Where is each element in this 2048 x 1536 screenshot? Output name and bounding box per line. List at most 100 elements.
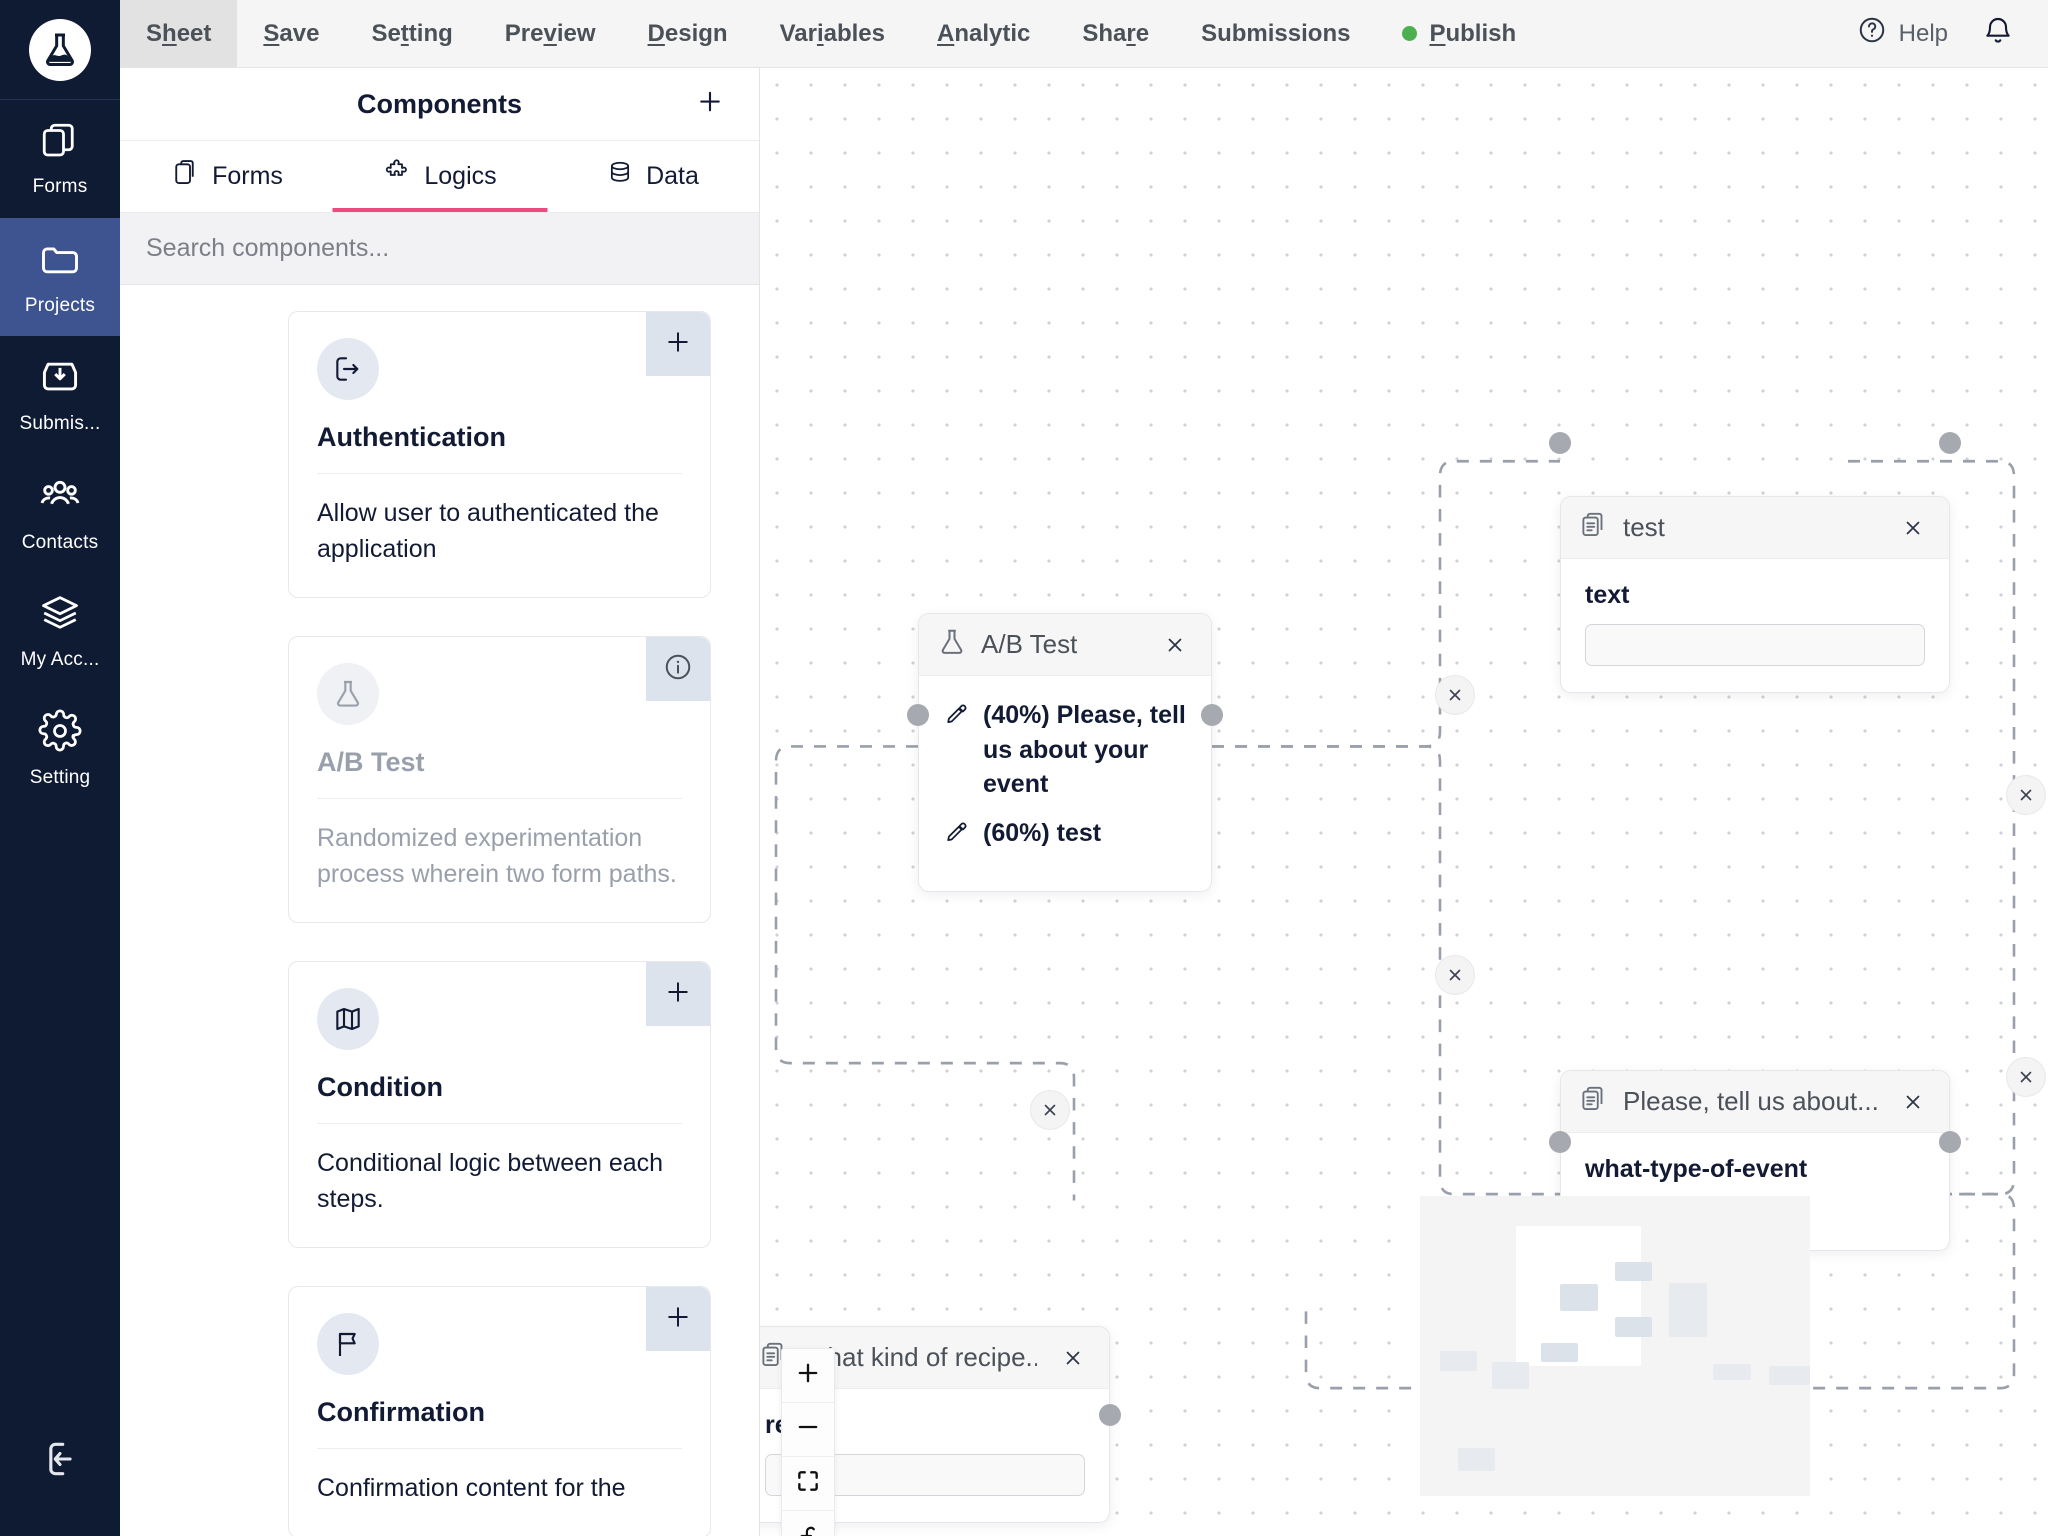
- search-container: [120, 213, 759, 285]
- sidebar-item-projects[interactable]: Projects: [0, 218, 120, 336]
- flask-logo-icon: [29, 18, 91, 81]
- nav-item-variables[interactable]: Var i ables: [754, 0, 911, 67]
- ab-variant-label: (60%) test: [983, 818, 1102, 847]
- plus-icon: [663, 1302, 693, 1337]
- edge-delete-button[interactable]: [1030, 1090, 1070, 1130]
- node-close-button[interactable]: [1051, 1336, 1095, 1380]
- plus-icon: [695, 91, 725, 121]
- tab-label: Logics: [424, 162, 497, 190]
- nav-item-publish[interactable]: Publish: [1376, 0, 1542, 67]
- node-port-output[interactable]: [1099, 1404, 1121, 1426]
- clipboard-icon: [170, 158, 200, 195]
- nav-item-analytic[interactable]: Analytic: [911, 0, 1056, 67]
- tab-data[interactable]: Data: [546, 141, 759, 212]
- tab-forms[interactable]: Forms: [120, 141, 333, 212]
- sidebar-item-label: Submis...: [19, 413, 101, 434]
- zoom-in-button[interactable]: [782, 1349, 834, 1403]
- flow-canvas[interactable]: A/B Test (40%) Please, tell us about you…: [760, 68, 2048, 1536]
- component-card-authentication[interactable]: Authentication Allow user to authenticat…: [288, 311, 711, 598]
- plus-icon: [794, 1359, 822, 1392]
- ab-variant-label: (40%) Please, tell us about your event: [983, 701, 1186, 798]
- add-component-button[interactable]: [695, 87, 725, 122]
- forms-icon: [39, 120, 81, 167]
- sidebar-item-my-account[interactable]: My Acc...: [0, 572, 120, 690]
- nav-item-share[interactable]: Sha r e: [1056, 0, 1175, 67]
- notification-button[interactable]: [1982, 15, 2014, 52]
- minimap-node: [1615, 1317, 1652, 1337]
- component-card-confirmation[interactable]: Confirmation Confirmation content for th…: [288, 1286, 711, 1536]
- components-list: Authentication Allow user to authenticat…: [120, 285, 759, 1536]
- body-row: Components Forms Logics Data Search comp…: [120, 68, 2048, 1536]
- edge-delete-button[interactable]: [1435, 675, 1475, 715]
- nav-item-setting[interactable]: Se t ting: [345, 0, 478, 67]
- ab-test-info-button[interactable]: [646, 637, 710, 701]
- ab-variant-row[interactable]: (60%) test: [943, 816, 1187, 851]
- component-card-condition[interactable]: Condition Conditional logic between each…: [288, 961, 711, 1248]
- ab-variant-row[interactable]: (40%) Please, tell us about your event: [943, 698, 1187, 802]
- minimap-node: [1492, 1362, 1529, 1389]
- search-input[interactable]: [146, 234, 733, 263]
- node-header[interactable]: A/B Test: [919, 614, 1211, 676]
- nav-item-sheet[interactable]: Sh eet: [120, 0, 238, 67]
- map-icon: [317, 988, 379, 1050]
- edge-delete-button[interactable]: [2006, 1057, 2046, 1097]
- plus-icon: [663, 327, 693, 362]
- node-port-output[interactable]: [1939, 1131, 1961, 1153]
- component-card-ab-test[interactable]: A/B Test Randomized experimentation proc…: [288, 636, 711, 923]
- minimap[interactable]: [1420, 1196, 1810, 1496]
- minimap-node: [1669, 1283, 1707, 1337]
- sidebar-item-label: Setting: [29, 767, 91, 788]
- card-description: Conditional logic between each steps.: [317, 1149, 664, 1213]
- field-label: text: [1585, 581, 1630, 609]
- minimap-node: [1560, 1284, 1598, 1311]
- nav-item-design[interactable]: Design: [622, 0, 754, 67]
- sidebar-item-label: Contacts: [21, 532, 99, 553]
- add-condition-button[interactable]: [646, 962, 710, 1026]
- node-text-input[interactable]: [1585, 624, 1925, 666]
- sidebar-item-label: Forms: [32, 176, 88, 197]
- node-port-input[interactable]: [1549, 1131, 1571, 1153]
- fit-view-button[interactable]: [782, 1457, 834, 1511]
- node-port-input[interactable]: [1549, 432, 1571, 454]
- logout-button[interactable]: [0, 1386, 120, 1536]
- app-logo[interactable]: [0, 0, 120, 100]
- sidebar-item-contacts[interactable]: Contacts: [0, 454, 120, 572]
- node-port-input[interactable]: [907, 704, 929, 726]
- card-description: Randomized experimentation process where…: [317, 824, 677, 888]
- clipboard-list-icon: [1579, 1084, 1609, 1119]
- components-panel: Components Forms Logics Data Search comp…: [120, 68, 760, 1536]
- main-area: Sh eet Save Se t ting Pre v iew Design Var i ab…: [120, 0, 2048, 1536]
- add-authentication-button[interactable]: [646, 312, 710, 376]
- node-header[interactable]: Please, tell us about...: [1561, 1071, 1949, 1133]
- node-close-button[interactable]: [1891, 1080, 1935, 1124]
- tab-logics[interactable]: Logics: [333, 141, 546, 212]
- sidebar-item-submissions[interactable]: Submis...: [0, 336, 120, 454]
- node-body: text: [1561, 559, 1949, 692]
- contacts-icon: [37, 472, 83, 523]
- sidebar-item-label: My Acc...: [20, 649, 100, 670]
- zoom-out-button[interactable]: [782, 1403, 834, 1457]
- canvas-node-ab-test[interactable]: A/B Test (40%) Please, tell us about you…: [918, 613, 1212, 892]
- edge-delete-button[interactable]: [1435, 955, 1475, 995]
- pipette-icon: [943, 820, 969, 851]
- nav-item-submissions[interactable]: Submissions: [1175, 0, 1376, 67]
- canvas-node-test[interactable]: test text: [1560, 496, 1950, 693]
- node-port-output[interactable]: [1201, 704, 1223, 726]
- flag-icon: [317, 1313, 379, 1375]
- help-button[interactable]: Help: [1857, 15, 1948, 52]
- minimap-node: [1713, 1364, 1751, 1380]
- nav-item-preview[interactable]: Pre v iew: [479, 0, 622, 67]
- question-circle-icon: [1857, 15, 1887, 52]
- node-header[interactable]: test: [1561, 497, 1949, 559]
- sidebar-item-setting[interactable]: Setting: [0, 690, 120, 808]
- flask-icon: [317, 663, 379, 725]
- node-close-button[interactable]: [1891, 506, 1935, 550]
- add-confirmation-button[interactable]: [646, 1287, 710, 1351]
- sidebar-item-forms[interactable]: Forms: [0, 100, 120, 218]
- edge-delete-button[interactable]: [2006, 775, 2046, 815]
- node-port-output[interactable]: [1939, 432, 1961, 454]
- nav-item-save[interactable]: Save: [237, 0, 345, 67]
- submissions-icon: [38, 355, 82, 404]
- node-close-button[interactable]: [1153, 623, 1197, 667]
- lock-toggle-button[interactable]: [782, 1511, 834, 1536]
